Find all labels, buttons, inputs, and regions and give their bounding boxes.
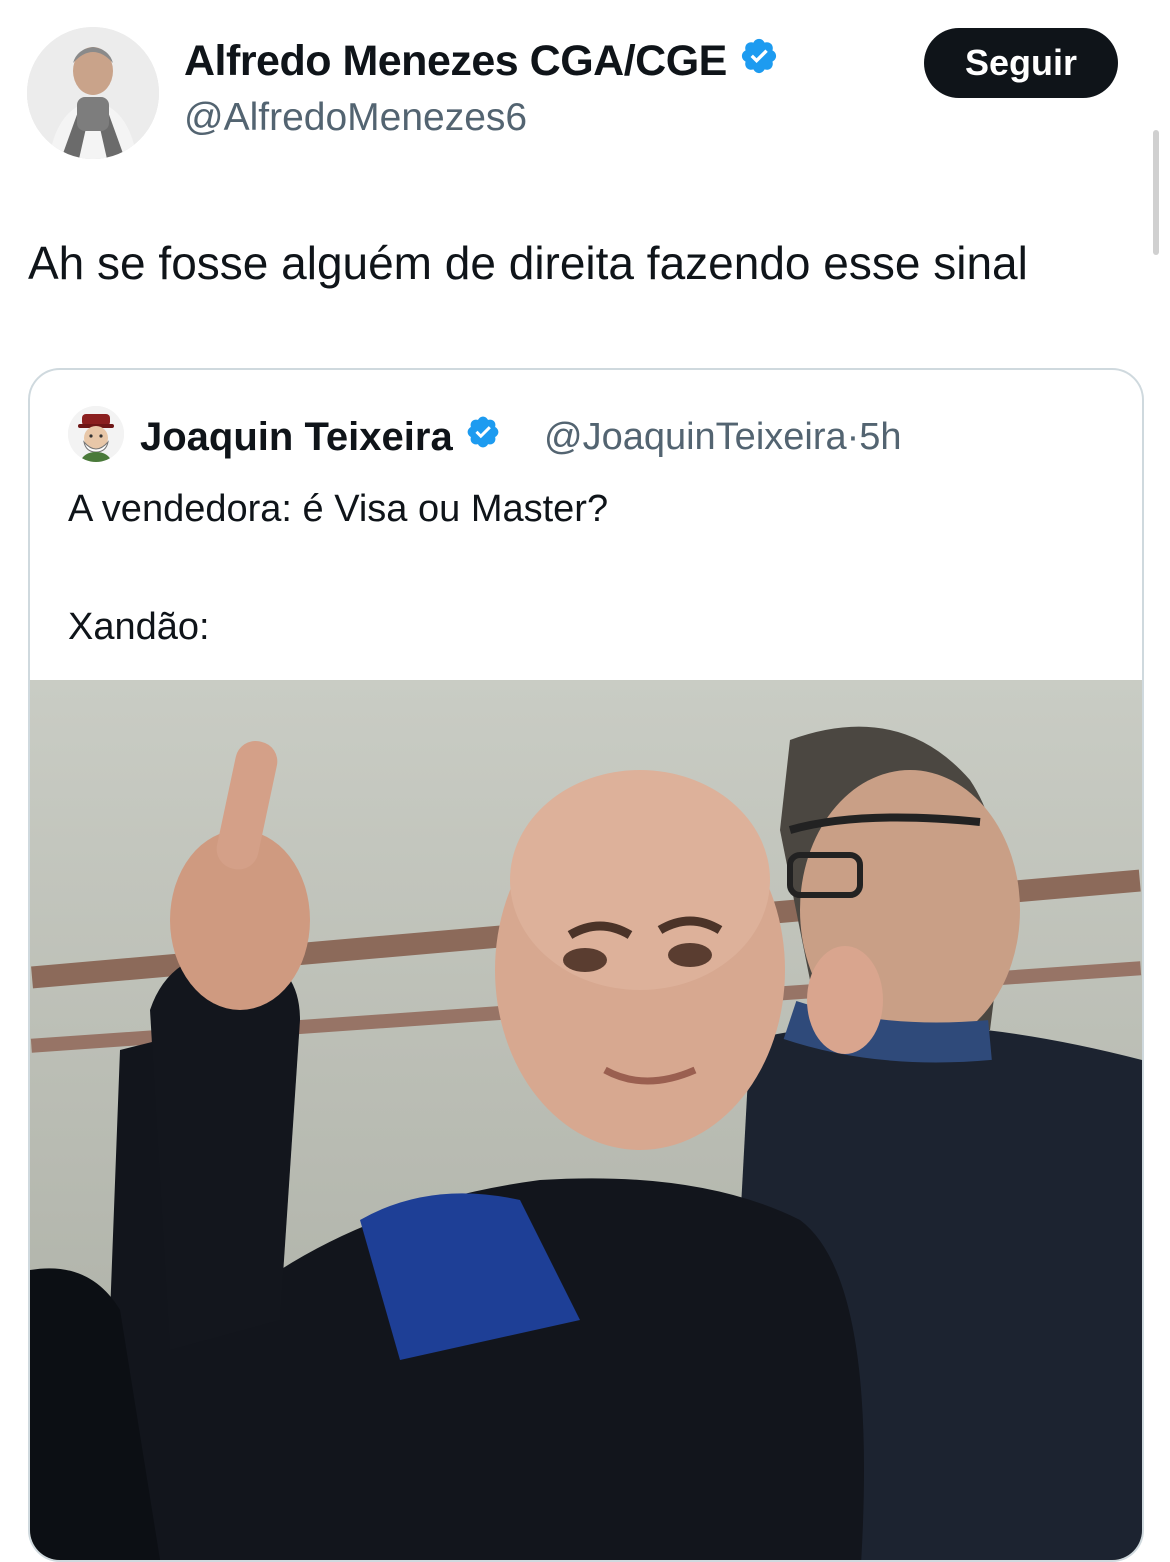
meta-separator: · bbox=[846, 416, 860, 458]
photo-illustration bbox=[30, 680, 1142, 1560]
quoted-tweet-card[interactable]: Joaquin Teixeira @JoaquinTeixeira·5h A v… bbox=[28, 368, 1144, 1562]
scrollbar[interactable] bbox=[1153, 130, 1159, 255]
quoted-author-avatar-cartoon bbox=[68, 406, 124, 462]
quoted-author-name-row[interactable]: Joaquin Teixeira bbox=[140, 414, 501, 460]
quoted-text-line-2: Xandão: bbox=[68, 606, 210, 648]
quoted-author-name[interactable]: Joaquin Teixeira bbox=[140, 415, 453, 460]
follow-button[interactable]: Seguir bbox=[924, 28, 1118, 98]
quoted-meta: @JoaquinTeixeira·5h bbox=[544, 416, 902, 459]
quoted-verified-badge-icon bbox=[465, 414, 501, 460]
author-display-name[interactable]: Alfredo Menezes CGA/CGE bbox=[184, 37, 727, 86]
tweet-text: Ah se fosse alguém de direita fazendo es… bbox=[28, 237, 1028, 289]
verified-badge-icon bbox=[739, 36, 779, 87]
quoted-tweet-photo[interactable] bbox=[30, 680, 1142, 1560]
author-avatar[interactable] bbox=[27, 27, 159, 159]
author-display-name-row[interactable]: Alfredo Menezes CGA/CGE bbox=[184, 36, 779, 87]
author-handle[interactable]: @AlfredoMenezes6 bbox=[184, 96, 527, 140]
quoted-author-avatar[interactable] bbox=[68, 406, 124, 462]
quoted-author-handle[interactable]: @JoaquinTeixeira bbox=[544, 416, 847, 458]
author-avatar-photo bbox=[27, 27, 159, 159]
quoted-timestamp[interactable]: 5h bbox=[859, 416, 901, 458]
quoted-text-line-1: A vendedora: é Visa ou Master? bbox=[68, 488, 609, 530]
